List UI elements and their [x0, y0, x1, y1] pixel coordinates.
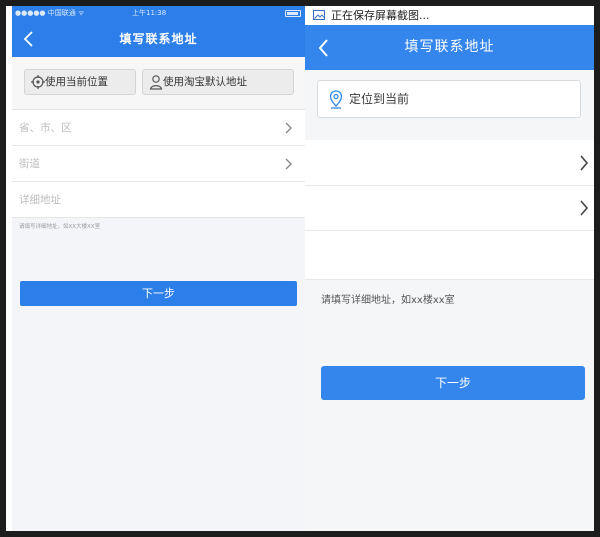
chevron-right-icon	[580, 155, 589, 171]
battery-icon	[285, 10, 301, 17]
locate-crosshair-icon	[31, 75, 45, 89]
image-icon	[313, 10, 325, 20]
use-default-address-button[interactable]: 使用淘宝默认地址	[142, 69, 294, 95]
page-title: 填写联系地址	[119, 32, 198, 46]
locate-current-label: 定位到当前	[349, 92, 410, 106]
next-step-button[interactable]: 下一步	[20, 281, 297, 306]
header-bar: 填写联系地址	[12, 21, 305, 57]
header-bar: 填写联系地址	[305, 25, 594, 70]
street-field[interactable]: 街道	[12, 146, 305, 182]
province-city-district-field[interactable]: 省、市、区	[12, 110, 305, 146]
detail-address-placeholder: 详细地址	[19, 194, 61, 206]
chevron-right-icon	[580, 200, 589, 216]
page-title: 填写联系地址	[404, 39, 495, 55]
notification-text: 正在保存屏幕截图...	[331, 9, 430, 22]
province-city-district-field[interactable]	[305, 140, 594, 186]
chevron-right-icon	[285, 122, 292, 134]
next-step-button[interactable]: 下一步	[321, 366, 585, 400]
use-default-address-label: 使用淘宝默认地址	[163, 76, 247, 88]
chevron-right-icon	[285, 158, 292, 170]
use-current-location-label: 使用当前位置	[45, 76, 108, 88]
person-icon	[149, 75, 163, 90]
use-current-location-button[interactable]: 使用当前位置	[24, 69, 136, 95]
carrier-label: ●●●●● 中国联通 ᯤ	[15, 9, 85, 17]
street-placeholder: 街道	[19, 158, 40, 170]
notification-bar: 正在保存屏幕截图...	[305, 6, 594, 25]
status-bar: ●●●●● 中国联通 ᯤ 上午11:38	[12, 6, 305, 21]
left-screen: ●●●●● 中国联通 ᯤ 上午11:38 填写联系地址 使用当前位置 使用淘宝默…	[12, 6, 305, 531]
province-city-district-placeholder: 省、市、区	[19, 122, 72, 134]
screenshot-frame: ●●●●● 中国联通 ᯤ 上午11:38 填写联系地址 使用当前位置 使用淘宝默…	[6, 6, 594, 531]
locate-current-button[interactable]: 定位到当前	[317, 80, 581, 118]
detail-address-field[interactable]	[305, 231, 594, 280]
street-field[interactable]	[305, 186, 594, 231]
status-time: 上午11:38	[132, 9, 167, 17]
address-hint: 请填写详细地址，如XX大楼XX室	[19, 224, 101, 230]
location-buttons-bar: 使用当前位置 使用淘宝默认地址	[12, 57, 305, 110]
location-pin-icon	[329, 90, 343, 109]
detail-address-field[interactable]: 详细地址	[12, 182, 305, 218]
right-screen: 正在保存屏幕截图... 填写联系地址 定位到当前 请填写详细地址，如xx楼xx室…	[305, 6, 594, 531]
address-hint: 请填写详细地址，如xx楼xx室	[321, 295, 455, 306]
